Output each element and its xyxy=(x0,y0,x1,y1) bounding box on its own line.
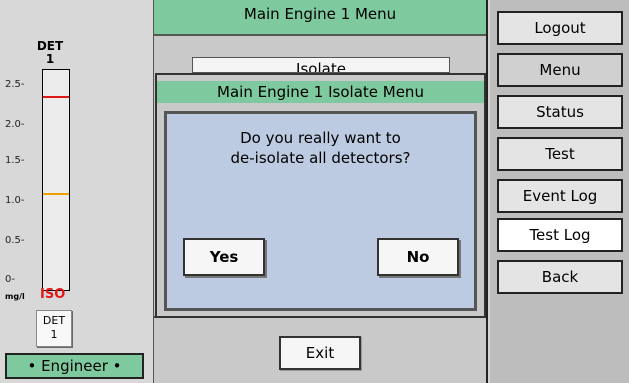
test-button[interactable]: Test xyxy=(497,137,623,171)
high-alarm-line xyxy=(43,96,69,99)
yes-button[interactable]: Yes xyxy=(183,238,265,276)
confirm-question: Do you really want to de-isolate all det… xyxy=(167,128,474,168)
exit-button[interactable]: Exit xyxy=(279,336,361,370)
detector-button-number: 1 xyxy=(50,328,58,341)
back-button[interactable]: Back xyxy=(497,260,623,294)
navigation-panel: Logout Menu Status Test Event Log Test L… xyxy=(490,0,629,383)
logout-button[interactable]: Logout xyxy=(497,11,623,45)
isolate-button-label: Isolate xyxy=(296,60,346,73)
gauge-tube xyxy=(42,69,70,291)
tick-label: 2.5- xyxy=(5,79,25,90)
tick-label: 2.0- xyxy=(5,119,25,130)
tick-label: 0.5- xyxy=(5,235,25,246)
status-button[interactable]: Status xyxy=(497,95,623,129)
event-log-button[interactable]: Event Log xyxy=(497,179,623,213)
no-button[interactable]: No xyxy=(377,238,459,276)
isolate-button-partial[interactable]: Isolate xyxy=(192,57,450,73)
menu-button[interactable]: Menu xyxy=(497,53,623,87)
test-log-button[interactable]: Test Log xyxy=(497,218,623,252)
dialog-title: Main Engine 1 Isolate Menu xyxy=(157,81,484,103)
user-role-indicator: • Engineer • xyxy=(5,353,144,379)
detector-select-button[interactable]: DET 1 xyxy=(36,310,72,347)
tick-label: 0- xyxy=(5,274,15,285)
low-alarm-line xyxy=(43,193,69,196)
question-line: de-isolate all detectors? xyxy=(230,149,411,167)
detector-button-label: DET xyxy=(42,314,66,327)
question-line: Do you really want to xyxy=(240,129,401,147)
tick-label: 1.5- xyxy=(5,155,25,166)
confirm-dialog: Do you really want to de-isolate all det… xyxy=(164,111,477,311)
detector-title: DET 1 xyxy=(30,40,70,66)
isolate-menu-dialog: Main Engine 1 Isolate Menu Do you really… xyxy=(155,73,486,318)
iso-status-label: ISO xyxy=(40,287,66,302)
unit-label: mg/l xyxy=(5,292,25,301)
detector-title-number: 1 xyxy=(45,52,55,66)
detector-gauge-panel: DET 1 2.5- 2.0- 1.5- 1.0- 0.5- 0- mg/l I… xyxy=(0,0,153,383)
main-menu-title: Main Engine 1 Menu xyxy=(154,0,486,36)
tick-label: 1.0- xyxy=(5,195,25,206)
